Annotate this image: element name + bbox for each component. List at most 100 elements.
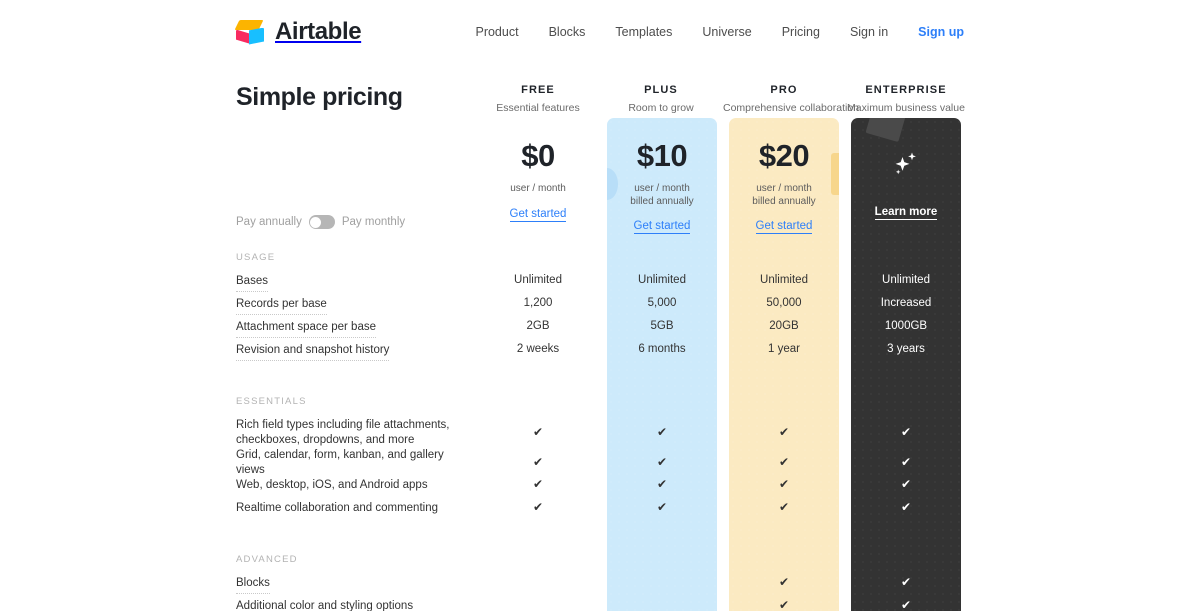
check-icon: ✔ bbox=[656, 425, 668, 439]
nav-links: Product Blocks Templates Universe Pricin… bbox=[460, 25, 964, 39]
feature-label[interactable]: Blocks bbox=[236, 576, 270, 595]
nav-item-blocks[interactable]: Blocks bbox=[534, 25, 601, 39]
check-icon: ✔ bbox=[778, 575, 790, 589]
table-row: Records per base 1,200 5,000 50,000 Increase… bbox=[0, 297, 1200, 320]
pay-monthly-label[interactable]: Pay monthly bbox=[342, 216, 405, 228]
check-icon: ✔ bbox=[656, 500, 668, 514]
feature-value-cell: 5,000 bbox=[647, 297, 677, 309]
feature-value-cell: ✔ bbox=[851, 426, 961, 439]
feature-value-cell: ✔ bbox=[851, 456, 961, 469]
check-icon: ✔ bbox=[778, 477, 790, 491]
plan-tagline-free: Essential features bbox=[496, 102, 580, 114]
feature-value-cell: 1 year bbox=[768, 343, 800, 355]
check-icon: ✔ bbox=[900, 425, 912, 439]
sparkles-icon bbox=[895, 152, 916, 175]
feature-value-cell: ✔ bbox=[851, 478, 961, 491]
nav-item-product[interactable]: Product bbox=[460, 25, 533, 39]
price-block-pro: $20 user / month billed annually Get sta… bbox=[729, 140, 839, 234]
plan-name-free: FREE bbox=[521, 84, 555, 96]
feature-value-cell: Unlimited bbox=[638, 274, 686, 286]
check-icon: ✔ bbox=[656, 477, 668, 491]
feature-value-cell: ✔ bbox=[729, 478, 839, 491]
feature-value-cell: ✔ bbox=[607, 426, 717, 439]
feature-value-cell: ✔ bbox=[483, 478, 593, 491]
section-label-usage: USAGE bbox=[236, 252, 276, 263]
price-unit-plus: user / month billed annually bbox=[607, 183, 717, 208]
feature-value-cell: ✔ bbox=[729, 599, 839, 611]
table-row: Grid, calendar, form, kanban, and galler… bbox=[0, 448, 1200, 478]
check-icon: ✔ bbox=[900, 598, 912, 611]
feature-value-cell: 50,000 bbox=[766, 297, 802, 309]
table-row: Bases Unlimited Unlimited Unlimited Unlimite… bbox=[0, 274, 1200, 297]
feature-label[interactable]: Additional color and styling options bbox=[236, 599, 413, 611]
feature-label: Grid, calendar, form, kanban, and galler… bbox=[236, 449, 444, 477]
feature-value-cell: ✔ bbox=[483, 501, 593, 514]
plan-name-pro: PRO bbox=[770, 84, 798, 96]
check-icon: ✔ bbox=[532, 500, 544, 514]
feature-value-cell: ✔ bbox=[851, 599, 961, 611]
price-amount-free: $0 bbox=[521, 138, 555, 173]
cta-get-started-plus[interactable]: Get started bbox=[633, 220, 691, 234]
pay-annually-label[interactable]: Pay annually bbox=[236, 216, 302, 228]
price-block-plus: $10 user / month billed annually Get sta… bbox=[607, 140, 717, 234]
billing-note: billed annually bbox=[752, 195, 816, 207]
price-amount-plus: $10 bbox=[636, 138, 688, 173]
feature-label[interactable]: Bases bbox=[236, 274, 268, 293]
billing-toggle-switch[interactable] bbox=[308, 215, 335, 229]
price-unit-line: user / month bbox=[756, 183, 812, 194]
check-icon: ✔ bbox=[532, 477, 544, 491]
check-icon: ✔ bbox=[778, 500, 790, 514]
nav-item-templates[interactable]: Templates bbox=[600, 25, 687, 39]
billing-toggle-knob[interactable] bbox=[310, 216, 322, 228]
airtable-logo-link[interactable]: Airtable bbox=[234, 18, 362, 46]
check-icon: ✔ bbox=[532, 425, 544, 439]
feature-value-cell: 6 months bbox=[638, 343, 686, 355]
top-navigation-bar: Airtable Product Blocks Templates Univer… bbox=[0, 0, 1200, 64]
feature-value-cell: 1000GB bbox=[884, 320, 928, 332]
feature-value-cell: ✔ bbox=[607, 501, 717, 514]
check-icon: ✔ bbox=[532, 455, 544, 469]
cta-learn-more-enterprise[interactable]: Learn more bbox=[874, 206, 938, 220]
feature-value-cell: ✔ bbox=[729, 501, 839, 514]
cta-get-started-free[interactable]: Get started bbox=[509, 208, 567, 222]
billing-note: billed annually bbox=[630, 195, 694, 207]
feature-value-cell: ✔ bbox=[729, 576, 839, 589]
check-icon: ✔ bbox=[656, 455, 668, 469]
feature-label[interactable]: Records per base bbox=[236, 297, 327, 316]
feature-label: Web, desktop, iOS, and Android apps bbox=[236, 479, 428, 491]
check-icon: ✔ bbox=[900, 455, 912, 469]
price-amount-pro: $20 bbox=[758, 138, 810, 173]
feature-value-cell: 20GB bbox=[769, 320, 799, 332]
airtable-logo-icon bbox=[234, 19, 266, 46]
check-icon: ✔ bbox=[778, 425, 790, 439]
price-unit-pro: user / month billed annually bbox=[729, 183, 839, 208]
feature-value-cell: ✔ bbox=[483, 426, 593, 439]
billing-period-toggle[interactable]: Pay annually Pay monthly bbox=[236, 215, 405, 229]
feature-label[interactable]: Revision and snapshot history bbox=[236, 343, 390, 362]
feature-value-cell: Unlimited bbox=[760, 274, 808, 286]
feature-value-cell: Unlimited bbox=[882, 274, 930, 286]
plan-header-pro: PRO Comprehensive collaboration bbox=[723, 84, 859, 114]
nav-item-pricing[interactable]: Pricing bbox=[767, 25, 835, 39]
check-icon: ✔ bbox=[778, 598, 790, 611]
check-icon: ✔ bbox=[778, 455, 790, 469]
nav-item-universe[interactable]: Universe bbox=[687, 25, 766, 39]
price-block-enterprise: Learn more bbox=[851, 150, 961, 220]
nav-item-sign-in[interactable]: Sign in bbox=[835, 25, 903, 39]
table-row: Revision and snapshot history 2 weeks 6 mo… bbox=[0, 343, 1200, 366]
plan-name-plus: PLUS bbox=[644, 84, 678, 96]
table-row: Blocks ✔ ✔ bbox=[0, 576, 1200, 599]
check-icon: ✔ bbox=[900, 575, 912, 589]
plan-tagline-plus: Room to grow bbox=[628, 102, 694, 114]
feature-value-cell: ✔ bbox=[607, 456, 717, 469]
feature-label: Realtime collaboration and commenting bbox=[236, 502, 438, 514]
feature-value-cell: 5GB bbox=[650, 320, 674, 332]
brand-name: Airtable bbox=[275, 18, 362, 45]
feature-value-cell: 2 weeks bbox=[516, 343, 560, 355]
check-icon: ✔ bbox=[900, 500, 912, 514]
feature-value-cell: 2GB bbox=[526, 320, 550, 332]
cta-get-started-pro[interactable]: Get started bbox=[755, 220, 813, 234]
feature-label[interactable]: Attachment space per base bbox=[236, 320, 376, 339]
pricing-page: Airtable Product Blocks Templates Univer… bbox=[0, 0, 1200, 611]
nav-item-sign-up[interactable]: Sign up bbox=[903, 25, 964, 39]
